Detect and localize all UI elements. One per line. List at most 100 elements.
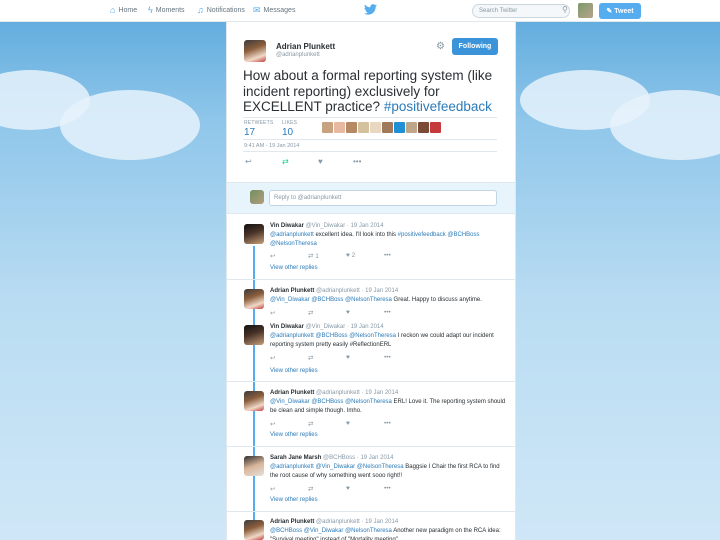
tweet-button-label: Tweet: [614, 7, 634, 15]
liker-avatar[interactable]: [394, 122, 405, 133]
view-other-replies-link[interactable]: View other replies: [270, 265, 318, 271]
more-icon[interactable]: •••: [384, 309, 422, 317]
reply-icon[interactable]: ↩: [270, 309, 308, 317]
retweet-icon[interactable]: ⇄: [308, 485, 346, 493]
like-icon[interactable]: ♥: [318, 157, 323, 166]
reply-body: Great. Happy to discuss anytime.: [393, 297, 482, 303]
tweet-timestamp[interactable]: 9:41 AM - 19 Jan 2014: [244, 143, 299, 149]
following-button[interactable]: Following: [452, 38, 498, 55]
like-icon[interactable]: ♥: [346, 309, 384, 317]
liker-avatar[interactable]: [358, 122, 369, 133]
reply-avatar[interactable]: [244, 456, 264, 476]
author-avatar[interactable]: [244, 40, 266, 62]
reply-mentions[interactable]: @adrianplunkett: [270, 232, 314, 238]
reply-author[interactable]: Vin Diwakar @Vin_Diwakar · 19 Jan 2014: [270, 223, 384, 229]
retweet-icon[interactable]: ⇄: [308, 420, 346, 428]
profile-avatar[interactable]: [578, 3, 593, 18]
quill-icon: ✎: [606, 8, 613, 15]
like-icon[interactable]: ♥ 2: [346, 252, 384, 260]
reply-text: @adrianplunkett excellent idea. I'll loo…: [270, 231, 506, 248]
search-icon[interactable]: ⚲: [562, 5, 568, 14]
nav-moments[interactable]: ϟ Moments: [148, 5, 185, 15]
bell-icon: ♫: [197, 5, 204, 15]
liker-avatar[interactable]: [322, 122, 333, 133]
author-name[interactable]: Adrian Plunkett: [276, 42, 335, 51]
reply-retweet-count: 1: [315, 253, 319, 260]
liker-avatar[interactable]: [430, 122, 441, 133]
reply-meta: @adrianplunkett · 19 Jan 2014: [316, 390, 399, 396]
reply-icon[interactable]: ↩: [270, 420, 308, 428]
reply-mentions[interactable]: @adrianplunkett @BCHBoss @NelsonTheresa: [270, 333, 396, 339]
divider: [227, 381, 515, 382]
more-icon[interactable]: •••: [384, 354, 422, 362]
nav-messages[interactable]: ✉ Messages: [253, 5, 295, 16]
compose-tweet-button[interactable]: ✎ Tweet: [599, 3, 641, 19]
reply-icon[interactable]: ↩: [270, 252, 308, 260]
nav-moments-label: Moments: [155, 6, 185, 14]
liker-avatar[interactable]: [382, 122, 393, 133]
like-icon[interactable]: ♥: [346, 485, 384, 493]
like-icon[interactable]: ♥: [346, 354, 384, 362]
likes-count[interactable]: 10: [282, 127, 293, 138]
liked-by-avatars: [322, 122, 441, 133]
liker-avatar[interactable]: [334, 122, 345, 133]
more-icon[interactable]: •••: [353, 157, 361, 166]
reply-icon[interactable]: ↩: [245, 157, 252, 166]
reply-meta: @BCHBoss · 19 Jan 2014: [323, 455, 394, 461]
reply-meta: @Vin_Diwakar · 19 Jan 2014: [305, 324, 384, 330]
author-handle[interactable]: @adrianplunkett: [276, 52, 320, 58]
more-icon[interactable]: •••: [384, 485, 422, 493]
nav-notifications[interactable]: ♫ Notifications: [197, 5, 245, 15]
more-icon[interactable]: •••: [384, 420, 422, 428]
liker-avatar[interactable]: [406, 122, 417, 133]
liker-avatar[interactable]: [418, 122, 429, 133]
my-avatar: [250, 190, 264, 204]
tweet-text: How about a formal reporting system (lik…: [243, 68, 505, 115]
reply-text: @adrianplunkett @Vin_Diwakar @NelsonTher…: [270, 463, 506, 480]
reply-author[interactable]: Sarah Jane Marsh @BCHBoss · 19 Jan 2014: [270, 455, 394, 461]
liker-avatar[interactable]: [346, 122, 357, 133]
view-other-replies-link[interactable]: View other replies: [270, 368, 318, 374]
reply-author[interactable]: Vin Diwakar @Vin_Diwakar · 19 Jan 2014: [270, 324, 384, 330]
reply-mentions[interactable]: @Vin_Diwakar @BCHBoss @NelsonTheresa: [270, 297, 392, 303]
top-navigation-bar: ⌂ Home ϟ Moments ♫ Notifications ✉ Messa…: [0, 0, 720, 22]
reply-icon[interactable]: ↩: [270, 485, 308, 493]
reply-avatar[interactable]: [244, 224, 264, 244]
likes-label: LIKES: [282, 120, 298, 126]
like-icon[interactable]: ♥: [346, 420, 384, 428]
reply-icon[interactable]: ↩: [270, 354, 308, 362]
liker-avatar[interactable]: [370, 122, 381, 133]
divider: [227, 446, 515, 447]
nav-home[interactable]: ⌂ Home: [110, 5, 137, 15]
more-icon[interactable]: •••: [384, 252, 422, 260]
retweets-count[interactable]: 17: [244, 127, 255, 138]
reply-input[interactable]: Reply to @adrianplunkett: [269, 190, 497, 206]
reply-mentions[interactable]: @adrianplunkett @Vin_Diwakar @NelsonTher…: [270, 464, 404, 470]
retweet-icon[interactable]: ⇄: [308, 354, 346, 362]
reply-meta: @adrianplunkett · 19 Jan 2014: [316, 288, 399, 294]
twitter-bird-icon[interactable]: [364, 4, 377, 18]
reply-avatar[interactable]: [244, 289, 264, 309]
tweet-hashtag[interactable]: #positivefeedback: [384, 99, 492, 114]
reply-body: excellent idea. I'll look into this: [315, 232, 396, 238]
reply-avatar[interactable]: [244, 325, 264, 345]
retweet-icon[interactable]: ⇄: [282, 157, 289, 166]
view-other-replies-link[interactable]: View other replies: [270, 432, 318, 438]
nav-messages-label: Messages: [263, 7, 296, 14]
reply-author[interactable]: Adrian Plunkett @adrianplunkett · 19 Jan…: [270, 288, 398, 294]
retweet-icon[interactable]: ⇄ 1: [308, 252, 346, 260]
reply-text: @Vin_Diwakar @BCHBoss @NelsonTheresa Gre…: [270, 296, 506, 305]
nav-home-label: Home: [118, 6, 138, 14]
gear-icon[interactable]: ⚙: [436, 41, 445, 52]
retweet-icon[interactable]: ⇄: [308, 309, 346, 317]
view-other-replies-link[interactable]: View other replies: [270, 497, 318, 503]
reply-author[interactable]: Adrian Plunkett @adrianplunkett · 19 Jan…: [270, 390, 398, 396]
search-input[interactable]: Search Twitter: [472, 4, 570, 18]
reply-actions: ↩ ⇄ 1 ♥ 2 •••: [270, 252, 422, 260]
reply-avatar[interactable]: [244, 520, 264, 540]
reply-actions: ↩ ⇄ ♥ •••: [270, 485, 422, 493]
reply-mentions[interactable]: @BCHBoss @Vin_Diwakar @NelsonTheresa: [270, 528, 392, 534]
reply-avatar[interactable]: [244, 391, 264, 411]
reply-mentions[interactable]: @Vin_Diwakar @BCHBoss @NelsonTheresa: [270, 399, 392, 405]
reply-author[interactable]: Adrian Plunkett @adrianplunkett · 19 Jan…: [270, 519, 398, 525]
